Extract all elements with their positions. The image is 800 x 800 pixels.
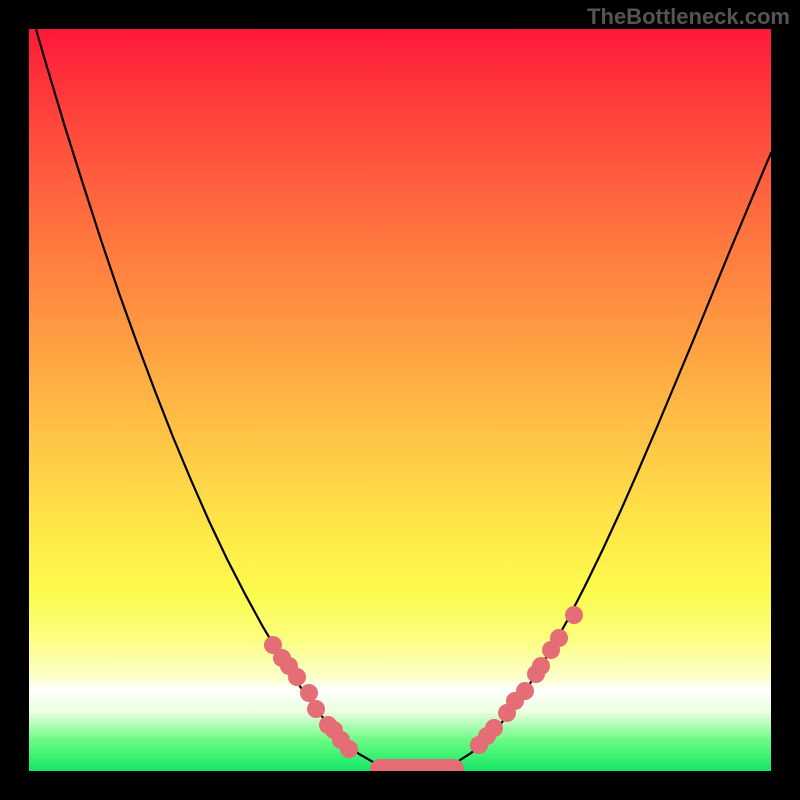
left-datapoints bbox=[264, 636, 358, 758]
bottleneck-curve bbox=[29, 29, 771, 769]
chart-frame: TheBottleneck.com bbox=[0, 0, 800, 800]
datapoint bbox=[550, 629, 568, 647]
optimal-zone-pill bbox=[370, 759, 464, 771]
datapoint bbox=[300, 684, 318, 702]
datapoint bbox=[307, 700, 325, 718]
datapoint bbox=[565, 606, 583, 624]
right-datapoints bbox=[470, 606, 583, 754]
datapoint bbox=[288, 668, 306, 686]
watermark-text: TheBottleneck.com bbox=[587, 4, 790, 30]
curve-svg bbox=[29, 29, 771, 771]
datapoint bbox=[485, 719, 503, 737]
datapoint bbox=[516, 682, 534, 700]
datapoint bbox=[340, 740, 358, 758]
datapoint bbox=[532, 657, 550, 675]
plot-area bbox=[29, 29, 771, 771]
